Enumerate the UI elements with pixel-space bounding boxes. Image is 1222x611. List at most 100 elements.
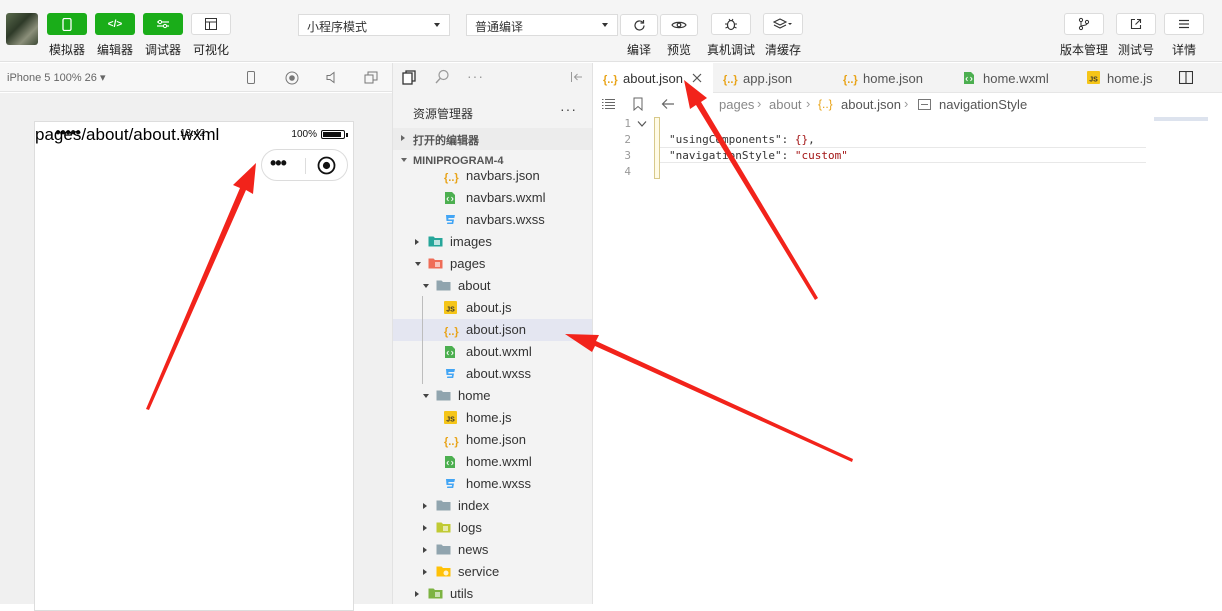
breadcrumb-file[interactable]: about.json <box>841 97 901 112</box>
simulator-toggle-button[interactable] <box>47 13 87 35</box>
folder-icon <box>436 565 451 579</box>
more-views-icon[interactable]: ··· <box>467 68 484 84</box>
line-number: 1 <box>624 117 631 130</box>
phone-icon[interactable] <box>246 71 256 84</box>
tree-folder-utils[interactable]: utils <box>393 583 592 604</box>
tab-about-json[interactable]: {..} about.json <box>593 63 713 93</box>
bookmark-icon[interactable] <box>633 97 643 111</box>
breadcrumb-pages[interactable]: pages <box>719 97 754 112</box>
remote-debug-button[interactable] <box>711 13 751 35</box>
tree-file-home-js[interactable]: JS home.js <box>393 407 592 429</box>
compile-label: 编译 <box>627 43 652 57</box>
tab-home-wxml[interactable]: home.wxml <box>953 63 1077 93</box>
mode-select[interactable]: 小程序模式 <box>298 14 450 36</box>
folder-icon <box>428 235 443 249</box>
compile-select[interactable]: 普通编译 <box>466 14 618 36</box>
breadcrumb-symbol[interactable]: navigationStyle <box>939 97 1027 112</box>
tree-folder-pages[interactable]: pages <box>393 253 592 275</box>
tree-folder-home[interactable]: home <box>393 385 592 407</box>
tree-folder-images[interactable]: images <box>393 231 592 253</box>
tree-file-about-wxml[interactable]: about.wxml <box>393 341 592 363</box>
chevron-down-icon[interactable] <box>423 284 429 288</box>
chevron-down-icon[interactable] <box>415 262 421 266</box>
tree-folder-about[interactable]: about <box>393 275 592 297</box>
json-file-icon: {..} <box>843 74 858 86</box>
tree-folder-index[interactable]: index <box>393 495 592 517</box>
line-number: 2 <box>624 133 631 146</box>
tree-item-label: pages <box>450 256 486 271</box>
visual-label: 可视化 <box>193 43 230 57</box>
chevron-right-icon[interactable] <box>423 525 427 531</box>
outline-list-icon[interactable] <box>601 98 616 110</box>
tree-folder-service[interactable]: service <box>393 561 592 583</box>
version-label: 版本管理 <box>1060 43 1109 57</box>
tree-folder-logs[interactable]: logs <box>393 517 592 539</box>
simulator-label: 模拟器 <box>49 43 86 57</box>
phone-screen[interactable]: ●●●●● 13:42 100% pages/about/about.wxml … <box>34 121 354 611</box>
visual-toggle-button[interactable] <box>191 13 231 35</box>
preview-label: 预览 <box>667 43 692 57</box>
chevron-right-icon[interactable] <box>423 547 427 553</box>
search-icon[interactable] <box>434 69 450 85</box>
clear-cache-button[interactable] <box>763 13 803 35</box>
tree-file-home-wxml[interactable]: home.wxml <box>393 451 592 473</box>
split-editor-icon[interactable] <box>1179 71 1193 84</box>
compile-button[interactable] <box>620 14 658 36</box>
details-button[interactable] <box>1164 13 1204 35</box>
chevron-right-icon[interactable] <box>423 503 427 509</box>
tree-file-home-wxss[interactable]: home.wxss <box>393 473 592 495</box>
battery-percent: 100% <box>291 129 317 140</box>
json-key: "usingComponents" <box>669 133 782 146</box>
details-label: 详情 <box>1172 43 1197 57</box>
test-id-button[interactable] <box>1116 13 1156 35</box>
tree-folder-news[interactable]: news <box>393 539 592 561</box>
tab-app-json[interactable]: {..} app.json <box>713 63 833 93</box>
chevron-right-icon[interactable] <box>415 239 419 245</box>
preview-button[interactable] <box>660 14 698 36</box>
tree-file-home-json[interactable]: {..} home.json <box>393 429 592 451</box>
chevron-down-icon <box>401 158 407 162</box>
tree-file-navbars-wxss[interactable]: navbars.wxss <box>393 209 592 231</box>
tree-file-navbars-wxml[interactable]: navbars.wxml <box>393 187 592 209</box>
tree-item-label: home.wxml <box>466 454 532 469</box>
collapse-panel-icon[interactable] <box>570 71 584 83</box>
explorer-more-icon[interactable]: ··· <box>560 101 577 117</box>
tree-item-label: about <box>458 278 491 293</box>
chevron-right-icon: › <box>904 96 909 111</box>
device-select[interactable]: iPhone 5 100% 26 ▾ <box>7 71 105 84</box>
tab-home-json[interactable]: {..} home.json <box>833 63 953 93</box>
tree-file-navbars-json[interactable]: {..} navbars.json <box>393 165 592 187</box>
close-icon[interactable] <box>692 73 702 83</box>
minimap[interactable] <box>1154 117 1208 121</box>
user-avatar[interactable] <box>6 13 38 45</box>
more-icon[interactable]: ••• <box>270 153 287 174</box>
tree-file-about-json[interactable]: {..} about.json <box>393 319 592 341</box>
chevron-right-icon <box>401 135 405 141</box>
svg-text:JS: JS <box>446 417 455 424</box>
record-icon[interactable] <box>285 71 299 85</box>
breadcrumb-about[interactable]: about <box>769 97 802 112</box>
close-target-icon[interactable] <box>317 156 336 175</box>
detach-window-icon[interactable] <box>364 71 378 84</box>
branch-icon <box>1078 17 1090 31</box>
bracket-highlight <box>654 117 660 179</box>
tab-home-js[interactable]: JS home.js <box>1077 63 1167 93</box>
tree-file-about-wxss[interactable]: about.wxss <box>393 363 592 385</box>
folder-icon <box>428 257 443 271</box>
editor-toggle-button[interactable]: </> <box>95 13 135 35</box>
tree-item-label: index <box>458 498 490 513</box>
tree-file-about-js[interactable]: JS about.js <box>393 297 592 319</box>
back-arrow-icon[interactable] <box>661 98 675 110</box>
folder-icon <box>436 543 451 557</box>
fold-chevron-icon[interactable] <box>637 120 647 128</box>
chevron-down-icon[interactable] <box>423 394 429 398</box>
chevron-right-icon[interactable] <box>423 569 427 575</box>
chevron-right-icon[interactable] <box>415 591 419 597</box>
open-editors-section[interactable]: 打开的编辑器 <box>393 128 592 150</box>
volume-icon[interactable] <box>326 71 338 84</box>
code-editor[interactable]: 1 2 3 4 "usingComponents": {}, "navigati… <box>593 117 1222 604</box>
version-button[interactable] <box>1064 13 1104 35</box>
debugger-toggle-button[interactable] <box>143 13 183 35</box>
external-link-icon <box>1130 18 1142 30</box>
files-icon[interactable] <box>402 70 417 86</box>
